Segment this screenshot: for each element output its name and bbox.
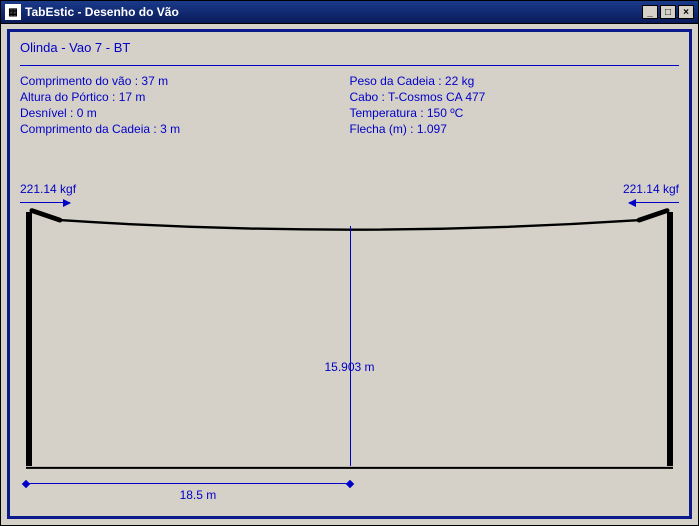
maximize-button[interactable]: □	[660, 5, 676, 19]
drawing-panel: Olinda - Vao 7 - BT Comprimento do vão :…	[7, 29, 692, 519]
unevenness: Desnível : 0 m	[20, 106, 350, 120]
chain-weight: Peso da Cadeia : 22 kg	[350, 74, 680, 88]
app-window: ▦ TabEstic - Desenho do Vão _ □ × Olinda…	[0, 0, 699, 526]
span-diagram: 221.14 kgf 221.14 kgf 15.903 m	[20, 182, 679, 506]
close-button[interactable]: ×	[678, 5, 694, 19]
span-length: Comprimento do vão : 37 m	[20, 74, 350, 88]
horizontal-dimension-line	[26, 483, 350, 484]
sag: Flecha (m) : 1.097	[350, 122, 680, 136]
info-left-column: Comprimento do vão : 37 m Altura do Pórt…	[20, 72, 350, 138]
vertical-dimension-line	[350, 226, 351, 466]
vertical-dimension-label: 15.903 m	[322, 360, 376, 374]
panel-header: Olinda - Vao 7 - BT	[10, 32, 689, 65]
minimize-button[interactable]: _	[642, 5, 658, 19]
horizontal-dimension-label: 18.5 m	[180, 488, 217, 502]
client-area: Olinda - Vao 7 - BT Comprimento do vão :…	[1, 23, 698, 525]
info-right-column: Peso da Cadeia : 22 kg Cabo : T-Cosmos C…	[350, 72, 680, 138]
cable-type: Cabo : T-Cosmos CA 477	[350, 90, 680, 104]
app-icon: ▦	[5, 4, 21, 20]
gantry-height: Altura do Pórtico : 17 m	[20, 90, 350, 104]
temperature: Temperatura : 150 ºC	[350, 106, 680, 120]
chain-length: Comprimento da Cadeia : 3 m	[20, 122, 350, 136]
info-block: Comprimento do vão : 37 m Altura do Pórt…	[10, 72, 689, 138]
titlebar: ▦ TabEstic - Desenho do Vão _ □ ×	[1, 1, 698, 24]
window-title: TabEstic - Desenho do Vão	[25, 5, 642, 19]
span-title: Olinda - Vao 7 - BT	[20, 40, 679, 55]
header-rule	[20, 65, 679, 66]
